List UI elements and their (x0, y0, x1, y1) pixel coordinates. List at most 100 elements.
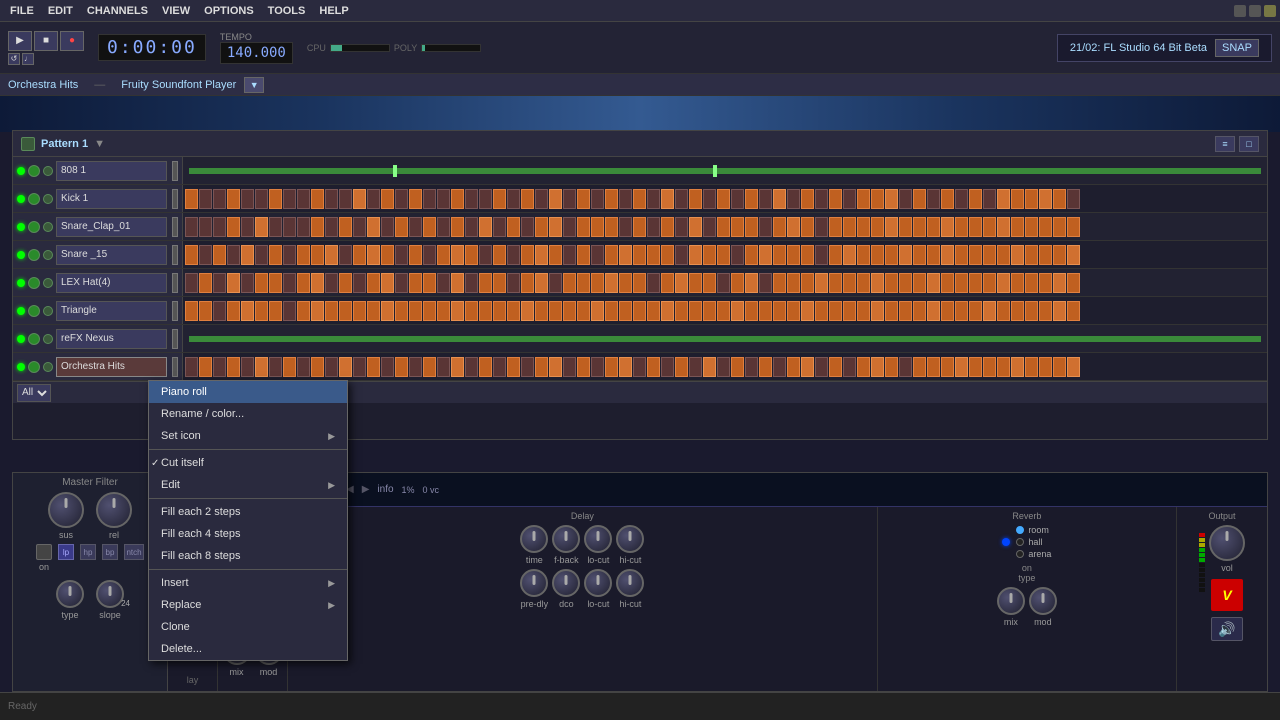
s15-21[interactable] (465, 245, 478, 265)
solo-tri[interactable] (43, 306, 53, 316)
hat-47[interactable] (829, 273, 842, 293)
snare-s41[interactable] (745, 217, 758, 237)
snare-s43[interactable] (773, 217, 786, 237)
hat-58[interactable] (983, 273, 996, 293)
snare-s37[interactable] (689, 217, 702, 237)
tri-10[interactable] (311, 301, 324, 321)
orch-21[interactable] (465, 357, 478, 377)
snare-s48[interactable] (843, 217, 856, 237)
s15-58[interactable] (983, 245, 996, 265)
snare-s28[interactable] (563, 217, 576, 237)
s15-17[interactable] (409, 245, 422, 265)
step-kick-29[interactable] (577, 189, 590, 209)
s15-40[interactable] (731, 245, 744, 265)
row-arrow-tri[interactable] (172, 301, 178, 321)
orch-1[interactable] (185, 357, 198, 377)
orch-62[interactable] (1039, 357, 1052, 377)
tri-30[interactable] (591, 301, 604, 321)
hat-5[interactable] (241, 273, 254, 293)
s15-29[interactable] (577, 245, 590, 265)
tri-49[interactable] (857, 301, 870, 321)
tri-9[interactable] (297, 301, 310, 321)
s15-19[interactable] (437, 245, 450, 265)
step-kick-4[interactable] (227, 189, 240, 209)
tri-4[interactable] (227, 301, 240, 321)
hat-29[interactable] (577, 273, 590, 293)
close-btn[interactable] (1264, 5, 1276, 17)
snare-s23[interactable] (493, 217, 506, 237)
orch-52[interactable] (899, 357, 912, 377)
s15-41[interactable] (745, 245, 758, 265)
hat-19[interactable] (437, 273, 450, 293)
snare-s3[interactable] (213, 217, 226, 237)
orch-16[interactable] (395, 357, 408, 377)
s15-25[interactable] (521, 245, 534, 265)
step-kick-44[interactable] (787, 189, 800, 209)
prediy-knob[interactable] (520, 569, 548, 597)
step-kick-58[interactable] (983, 189, 996, 209)
orch-43[interactable] (773, 357, 786, 377)
hat-52[interactable] (899, 273, 912, 293)
ctx-set-icon[interactable]: Set icon ▶ (149, 425, 347, 447)
step-kick-17[interactable] (409, 189, 422, 209)
step-kick-10[interactable] (311, 189, 324, 209)
orch-61[interactable] (1025, 357, 1038, 377)
orch-45[interactable] (801, 357, 814, 377)
maximize-btn[interactable] (1249, 5, 1261, 17)
s15-31[interactable] (605, 245, 618, 265)
step-kick-13[interactable] (353, 189, 366, 209)
hat-28[interactable] (563, 273, 576, 293)
pattern-lock-icon[interactable] (21, 137, 35, 151)
hat-6[interactable] (255, 273, 268, 293)
orch-47[interactable] (829, 357, 842, 377)
menu-options[interactable]: OPTIONS (198, 3, 260, 19)
step-kick-49[interactable] (857, 189, 870, 209)
row-name-snare15[interactable]: Snare _15 (56, 245, 167, 265)
hat-36[interactable] (675, 273, 688, 293)
tri-64[interactable] (1067, 301, 1080, 321)
row-arrow-kick[interactable] (172, 189, 178, 209)
orch-34[interactable] (647, 357, 660, 377)
orch-24[interactable] (507, 357, 520, 377)
snare-s14[interactable] (367, 217, 380, 237)
hat-42[interactable] (759, 273, 772, 293)
record-button[interactable]: ● (60, 31, 84, 51)
hat-27[interactable] (549, 273, 562, 293)
orch-41[interactable] (745, 357, 758, 377)
ctx-insert[interactable]: Insert ▶ (149, 572, 347, 594)
hat-16[interactable] (395, 273, 408, 293)
hat-43[interactable] (773, 273, 786, 293)
s15-26[interactable] (535, 245, 548, 265)
step-kick-38[interactable] (703, 189, 716, 209)
s15-48[interactable] (843, 245, 856, 265)
row-name-808[interactable]: 808 1 (56, 161, 167, 181)
orch-25[interactable] (521, 357, 534, 377)
s15-44[interactable] (787, 245, 800, 265)
mute-808[interactable] (28, 165, 40, 177)
led-snare[interactable] (17, 223, 25, 231)
tri-33[interactable] (633, 301, 646, 321)
step-kick-5[interactable] (241, 189, 254, 209)
solo-808[interactable] (43, 166, 53, 176)
tri-29[interactable] (577, 301, 590, 321)
s15-22[interactable] (479, 245, 492, 265)
snare-s51[interactable] (885, 217, 898, 237)
step-kick-41[interactable] (745, 189, 758, 209)
orch-51[interactable] (885, 357, 898, 377)
s15-56[interactable] (955, 245, 968, 265)
led-hat[interactable] (17, 279, 25, 287)
tri-35[interactable] (661, 301, 674, 321)
hat-51[interactable] (885, 273, 898, 293)
arena-radio[interactable] (1016, 550, 1024, 558)
s15-47[interactable] (829, 245, 842, 265)
hat-34[interactable] (647, 273, 660, 293)
orch-5[interactable] (241, 357, 254, 377)
s15-32[interactable] (619, 245, 632, 265)
hat-17[interactable] (409, 273, 422, 293)
step-kick-63[interactable] (1053, 189, 1066, 209)
hat-33[interactable] (633, 273, 646, 293)
orch-9[interactable] (297, 357, 310, 377)
hat-56[interactable] (955, 273, 968, 293)
s15-30[interactable] (591, 245, 604, 265)
snare-s40[interactable] (731, 217, 744, 237)
